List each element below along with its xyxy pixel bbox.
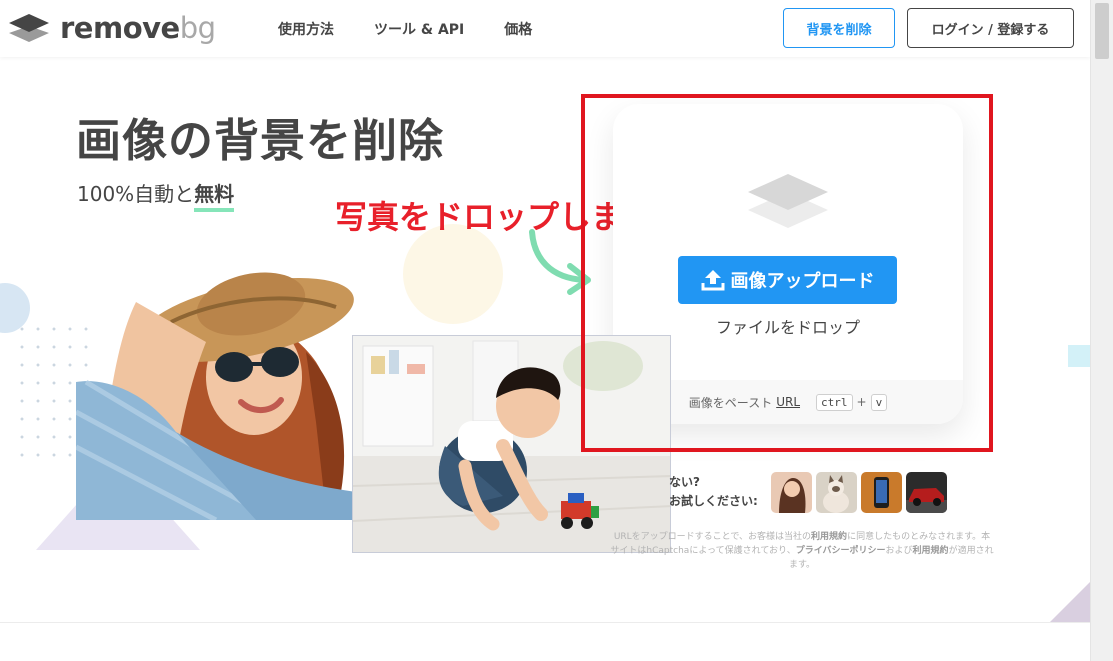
terms-link-2[interactable]: 利用規約 (913, 546, 949, 556)
upload-image-button[interactable]: 画像アップロード (678, 256, 897, 304)
dragged-baby-photo[interactable] (352, 335, 671, 553)
hero-title: 画像の背景を削除 (76, 114, 445, 167)
legal-notice: URLをアップロードすることで、お客様は当社の利用規約に同意したものとみなされま… (610, 530, 994, 572)
hero-subtitle-free: 無料 (194, 182, 235, 212)
top-header: removebg 使用方法 ツール & API 価格 背景を削除 ログイン / … (0, 0, 1090, 57)
hero-subtitle-text: 100%自動と (77, 182, 195, 206)
nav-pricing[interactable]: 価格 (504, 19, 532, 39)
upload-button-label: 画像アップロード (730, 271, 875, 292)
sample-thumb-car[interactable] (906, 472, 947, 513)
upload-icon (701, 270, 724, 291)
sample-thumb-woman[interactable] (771, 472, 812, 513)
logo-layers-icon (9, 14, 49, 42)
brand-logo[interactable]: removebg (8, 10, 216, 46)
drop-photo-annotation: 写真をドロップします (335, 198, 656, 236)
nav-how-to-use[interactable]: 使用方法 (278, 19, 334, 39)
sample-label-line2: お試しください: (669, 494, 758, 508)
thumb-cat-image (816, 472, 857, 513)
privacy-policy-link[interactable]: プライバシーポリシー (796, 546, 886, 556)
nav-tools-api[interactable]: ツール & API (374, 19, 464, 39)
thumb-woman-image (771, 472, 812, 513)
brand-name-bg: bg (179, 11, 216, 45)
paste-url-link[interactable]: URL (776, 395, 800, 409)
main-nav: 使用方法 ツール & API 価格 (278, 19, 532, 39)
scrollbar-thumb[interactable] (1095, 3, 1109, 59)
sample-thumb-phone[interactable] (861, 472, 902, 513)
woman-image (76, 272, 366, 520)
remove-background-button[interactable]: 背景を削除 (783, 8, 895, 48)
thumb-phone-image (861, 472, 902, 513)
sample-thumb-cat[interactable] (816, 472, 857, 513)
login-signup-button[interactable]: ログイン / 登録する (907, 8, 1074, 48)
key-v: v (870, 393, 888, 411)
section-divider (0, 622, 1090, 623)
page-scrollbar[interactable] (1090, 0, 1113, 661)
brand-name-remove: remove (60, 11, 180, 45)
sample-label-line1: ない? (669, 475, 700, 489)
decor-mint-square (1068, 345, 1090, 367)
paste-image-text: 画像をペースト (688, 395, 773, 410)
sample-thumbnails (771, 472, 947, 513)
legal-text-1: URLをアップロードすることで、お客様は当社の (613, 532, 812, 542)
thumb-car-image (906, 472, 947, 513)
hero-woman-photo (76, 262, 366, 520)
key-plus: + (856, 395, 867, 409)
curved-arrow-icon (529, 229, 591, 295)
decor-yellow-circle (403, 224, 503, 324)
legal-text-3: および (885, 546, 913, 556)
key-ctrl: ctrl (816, 393, 853, 411)
decor-bottom-triangle (1050, 582, 1090, 622)
brand-wordmark: removebg (60, 10, 216, 46)
baby-image (353, 336, 670, 552)
terms-link[interactable]: 利用規約 (811, 532, 847, 542)
hero-subtitle: 100%自動と無料 (77, 178, 235, 212)
layers-icon (748, 174, 828, 228)
sample-images-label: ない? お試しください: (669, 473, 758, 511)
